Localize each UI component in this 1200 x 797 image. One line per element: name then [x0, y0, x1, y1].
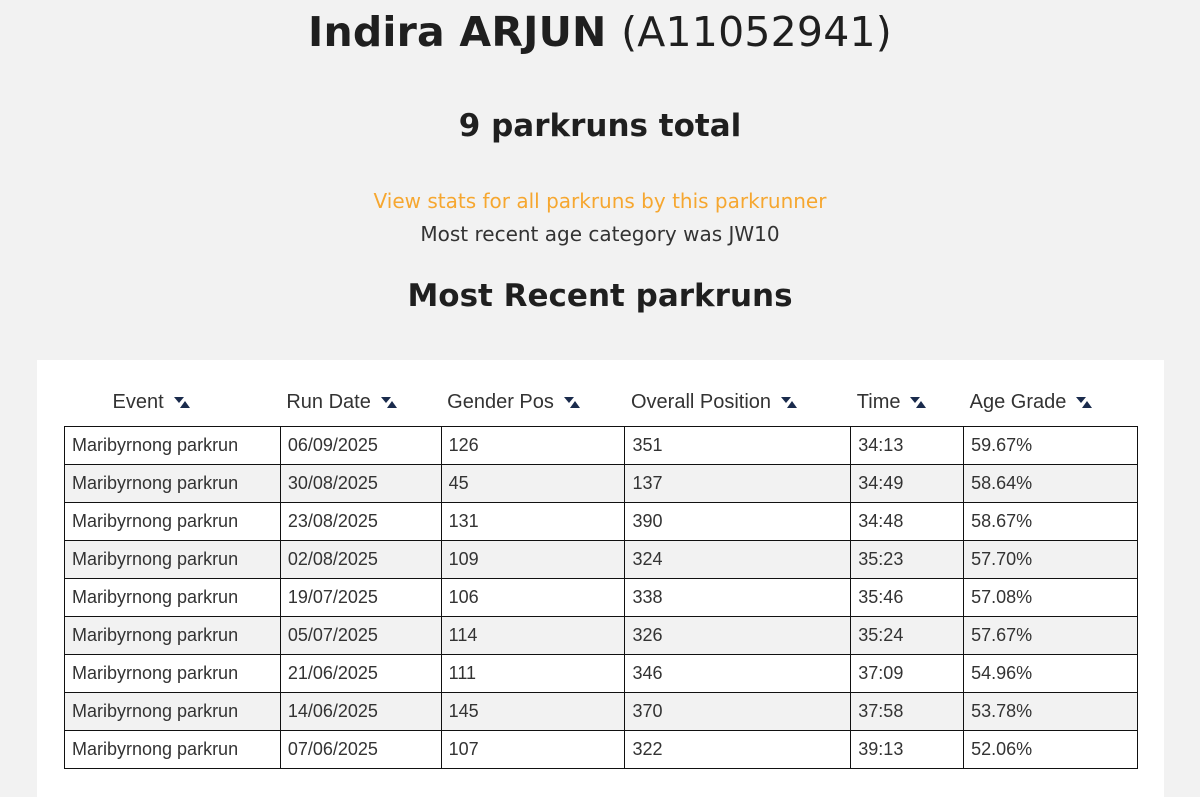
- table-cell: 52.06%: [963, 730, 1138, 769]
- table-cell: 390: [624, 502, 852, 541]
- table-cell: 370: [624, 692, 852, 731]
- parkruns-total: 9 parkruns total: [458, 108, 742, 144]
- table-row: Maribyrnong parkrun 05/07/2025 114 326 35:24…: [64, 616, 1138, 655]
- table-cell: 19/07/2025: [279, 578, 442, 617]
- table-cell: 58.64%: [963, 464, 1138, 503]
- table-cell: Maribyrnong parkrun: [64, 502, 281, 541]
- table-cell: 39:13: [850, 730, 965, 769]
- table-cell: 07/06/2025: [279, 730, 442, 769]
- page: Indira ARJUN (A11052941) 9 parkruns tota…: [0, 0, 1200, 797]
- table-row: Maribyrnong parkrun 14/06/2025 145 370 37:58…: [64, 692, 1138, 731]
- table-row: Maribyrnong parkrun 30/08/2025 45 137 34:49 5…: [64, 464, 1138, 503]
- column-header-label: Event: [112, 390, 164, 413]
- table-cell: Maribyrnong parkrun: [64, 616, 281, 655]
- table-row: Maribyrnong parkrun 02/08/2025 109 324 35:23…: [64, 540, 1138, 579]
- sort-icon[interactable]: [379, 394, 399, 410]
- table-row: Maribyrnong parkrun 07/06/2025 107 322 39:13…: [64, 730, 1138, 769]
- recent-parkruns-title: Most Recent parkruns: [407, 278, 793, 314]
- sort-icon[interactable]: [172, 394, 192, 410]
- results-table: Event Run Date Gender Pos Overall Position T…: [64, 378, 1138, 769]
- table-cell: 114: [440, 616, 626, 655]
- table-row: Maribyrnong parkrun 06/09/2025 126 351 34:13…: [64, 426, 1138, 465]
- table-cell: 324: [624, 540, 852, 579]
- table-cell: Maribyrnong parkrun: [64, 464, 281, 503]
- table-cell: 37:09: [850, 654, 965, 693]
- table-cell: Maribyrnong parkrun: [64, 426, 281, 465]
- table-cell: 109: [440, 540, 626, 579]
- table-row: Maribyrnong parkrun 23/08/2025 131 390 34:48…: [64, 502, 1138, 541]
- view-all-stats-link[interactable]: View stats for all parkruns by this park…: [0, 188, 1200, 214]
- runner-name: Indira ARJUN (A11052941): [0, 6, 1200, 58]
- table-cell: Maribyrnong parkrun: [64, 540, 281, 579]
- table-cell: 37:58: [850, 692, 965, 731]
- table-header-row: Event Run Date Gender Pos Overall Position T…: [65, 378, 1138, 427]
- column-header-0[interactable]: Event: [65, 378, 281, 427]
- runner-first-name: Indira: [307, 8, 445, 56]
- column-header-3[interactable]: Overall Position: [625, 378, 851, 427]
- column-header-1[interactable]: Run Date: [280, 378, 441, 427]
- column-header-label: Age Grade: [969, 390, 1067, 413]
- table-cell: 02/08/2025: [279, 540, 442, 579]
- results-panel: Event Run Date Gender Pos Overall Position T…: [37, 360, 1164, 797]
- table-cell: 34:49: [850, 464, 965, 503]
- table-cell: 106: [440, 578, 626, 617]
- table-cell: 34:48: [850, 502, 965, 541]
- table-cell: 59.67%: [963, 426, 1138, 465]
- table-cell: 126: [440, 426, 626, 465]
- column-header-label: Run Date: [286, 390, 371, 413]
- table-cell: 111: [440, 654, 626, 693]
- age-category-text: Most recent age category was JW10: [420, 222, 780, 246]
- table-cell: 57.08%: [963, 578, 1138, 617]
- table-cell: 30/08/2025: [279, 464, 442, 503]
- table-cell: Maribyrnong parkrun: [64, 654, 281, 693]
- column-header-label: Time: [856, 390, 901, 413]
- table-cell: 145: [440, 692, 626, 731]
- column-header-5[interactable]: Age Grade: [964, 378, 1138, 427]
- sort-icon[interactable]: [779, 394, 799, 410]
- table-cell: 57.70%: [963, 540, 1138, 579]
- column-header-label: Overall Position: [630, 390, 772, 413]
- sort-icon[interactable]: [1074, 394, 1094, 410]
- table-cell: 322: [624, 730, 852, 769]
- runner-last-name: ARJUN: [459, 8, 607, 56]
- table-cell: Maribyrnong parkrun: [64, 692, 281, 731]
- table-cell: 14/06/2025: [279, 692, 442, 731]
- table-cell: 21/06/2025: [279, 654, 442, 693]
- table-cell: 34:13: [850, 426, 965, 465]
- table-cell: 05/07/2025: [279, 616, 442, 655]
- table-cell: 45: [440, 464, 626, 503]
- table-cell: 23/08/2025: [279, 502, 442, 541]
- table-cell: 58.67%: [963, 502, 1138, 541]
- table-body: Maribyrnong parkrun 06/09/2025 126 351 34:13…: [64, 426, 1138, 769]
- table-cell: 338: [624, 578, 852, 617]
- runner-id: (A11052941): [621, 8, 892, 56]
- column-header-4[interactable]: Time: [851, 378, 964, 427]
- table-row: Maribyrnong parkrun 21/06/2025 111 346 37:09…: [64, 654, 1138, 693]
- table-cell: 06/09/2025: [279, 426, 442, 465]
- table-cell: 53.78%: [963, 692, 1138, 731]
- sort-icon[interactable]: [562, 394, 582, 410]
- table-cell: 351: [624, 426, 852, 465]
- table-cell: 35:23: [850, 540, 965, 579]
- table-cell: 346: [624, 654, 852, 693]
- table-cell: 326: [624, 616, 852, 655]
- table-cell: Maribyrnong parkrun: [64, 730, 281, 769]
- column-header-label: Gender Pos: [447, 390, 554, 413]
- table-cell: 137: [624, 464, 852, 503]
- table-cell: 35:24: [850, 616, 965, 655]
- table-row: Maribyrnong parkrun 19/07/2025 106 338 35:46…: [64, 578, 1138, 617]
- table-cell: 107: [440, 730, 626, 769]
- table-cell: 35:46: [850, 578, 965, 617]
- table-cell: 131: [440, 502, 626, 541]
- table-cell: 57.67%: [963, 616, 1138, 655]
- table-cell: 54.96%: [963, 654, 1138, 693]
- table-cell: Maribyrnong parkrun: [64, 578, 281, 617]
- column-header-2[interactable]: Gender Pos: [441, 378, 625, 427]
- sort-icon[interactable]: [908, 394, 928, 410]
